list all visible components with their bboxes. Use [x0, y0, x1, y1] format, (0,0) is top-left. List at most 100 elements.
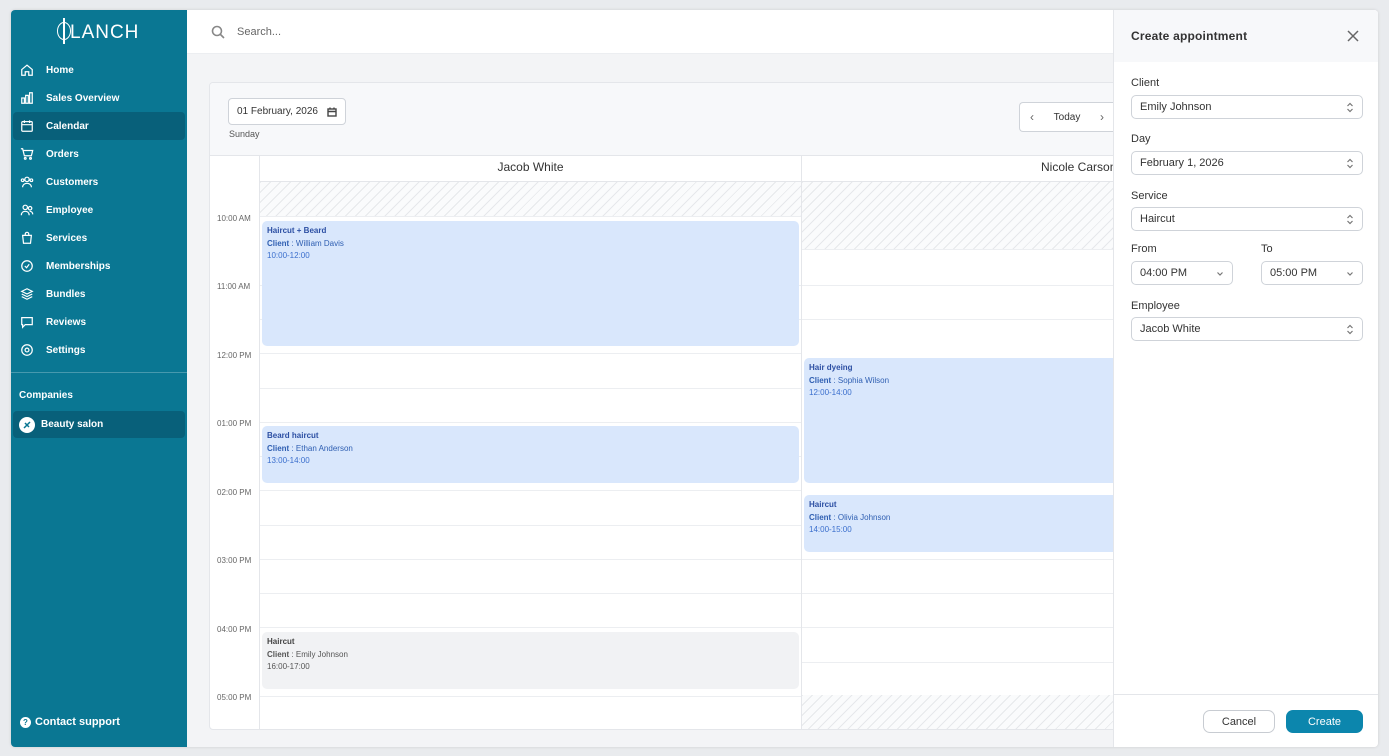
- appointment-title: Haircut: [809, 500, 837, 509]
- half-hour-line: [802, 662, 1128, 663]
- appointment-time: 13:00-14:00: [267, 456, 310, 465]
- appointment-time: 14:00-15:00: [809, 525, 852, 534]
- sidebar-item-memberships[interactable]: Memberships: [13, 252, 185, 280]
- time-label: 10:00 AM: [217, 214, 251, 223]
- employee-select[interactable]: Jacob White: [1131, 317, 1363, 341]
- client-key: Client: [267, 443, 290, 453]
- day-select[interactable]: February 1, 2026: [1131, 151, 1363, 175]
- calendar-icon: [19, 118, 35, 134]
- brand-logo[interactable]: LANCH: [57, 18, 140, 44]
- sidebar-item-settings[interactable]: Settings: [13, 336, 185, 364]
- sidebar-item-services[interactable]: Services: [13, 224, 185, 252]
- date-picker[interactable]: 01 February, 2026: [228, 98, 346, 125]
- appointment-client: Client : Ethan Anderson: [267, 443, 353, 453]
- appointment-title: Haircut: [267, 637, 295, 646]
- sidebar-item-label: Employee: [46, 204, 94, 216]
- contact-support-link[interactable]: ? Contact support: [20, 716, 120, 728]
- hour-line: [802, 627, 1128, 628]
- client-select-value: Emily Johnson: [1140, 101, 1212, 113]
- company-avatar-icon: [19, 416, 35, 433]
- to-time-select[interactable]: 05:00 PM: [1261, 261, 1363, 285]
- sidebar-item-label: Sales Overview: [46, 92, 120, 104]
- from-time-select[interactable]: 04:00 PM: [1131, 261, 1233, 285]
- employee-icon: [19, 202, 35, 218]
- sidebar-item-label: Services: [46, 232, 88, 244]
- employee-column-jacob-white[interactable]: Haircut + Beard Client : William Davis 1…: [260, 182, 801, 729]
- time-label: 11:00 AM: [217, 282, 251, 291]
- chevron-up-down-icon: [1346, 102, 1354, 113]
- chevron-left-icon[interactable]: ‹: [1020, 103, 1044, 131]
- hour-line: [260, 490, 801, 491]
- app-window: LANCH Home Sales Overview Calendar Order…: [11, 10, 1378, 747]
- sidebar-item-bundles[interactable]: Bundles: [13, 280, 185, 308]
- sidebar-item-sales-overview[interactable]: Sales Overview: [13, 84, 185, 112]
- half-hour-line: [802, 319, 1128, 320]
- cancel-button[interactable]: Cancel: [1203, 710, 1275, 733]
- today-button[interactable]: Today: [1044, 112, 1090, 123]
- appointment-client: Client : Emily Johnson: [267, 649, 348, 659]
- sidebar-item-calendar[interactable]: Calendar: [13, 112, 185, 140]
- sidebar-item-home[interactable]: Home: [13, 56, 185, 84]
- half-hour-line: [260, 388, 801, 389]
- appointment-card[interactable]: Haircut Client : Emily Johnson 16:00-17:…: [262, 632, 799, 689]
- panel-title: Create appointment: [1131, 29, 1248, 43]
- client-select[interactable]: Emily Johnson: [1131, 95, 1363, 119]
- contact-support-label: Contact support: [35, 716, 120, 728]
- service-select[interactable]: Haircut: [1131, 207, 1363, 231]
- appointment-time: 16:00-17:00: [267, 662, 310, 671]
- client-name: Olivia Johnson: [837, 512, 891, 522]
- appointment-card[interactable]: Beard haircut Client : Ethan Anderson 13…: [262, 426, 799, 483]
- time-label: 03:00 PM: [217, 556, 252, 565]
- client-key: Client: [267, 649, 290, 659]
- time-label: 12:00 PM: [217, 351, 252, 360]
- unavailable-slot: [260, 182, 801, 217]
- help-icon: ?: [20, 716, 31, 728]
- client-name: Emily Johnson: [295, 649, 348, 659]
- chevron-up-down-icon: [1346, 324, 1354, 335]
- hour-line: [260, 627, 801, 628]
- from-time-value: 04:00 PM: [1140, 267, 1188, 279]
- logo-mark-icon: [57, 18, 71, 44]
- close-icon[interactable]: [1346, 29, 1360, 43]
- appointment-card[interactable]: Hair dyeing Client : Sophia Wilson 12:00…: [804, 358, 1128, 483]
- client-name: Sophia Wilson: [837, 375, 890, 385]
- appointment-client: Client : William Davis: [267, 238, 344, 248]
- sidebar-item-customers[interactable]: Customers: [13, 168, 185, 196]
- sidebar-divider: [11, 372, 187, 373]
- time-label: 05:00 PM: [217, 693, 252, 702]
- time-label: 01:00 PM: [217, 419, 252, 428]
- bag-icon: [19, 230, 35, 246]
- create-button[interactable]: Create: [1286, 710, 1363, 733]
- hour-line: [260, 353, 801, 354]
- company-name: Beauty salon: [41, 419, 104, 430]
- settings-icon: [19, 342, 35, 358]
- client-name: Ethan Anderson: [295, 443, 353, 453]
- employee-label: Employee: [1131, 300, 1180, 312]
- appointment-card[interactable]: Haircut Client : Olivia Johnson 14:00-15…: [804, 495, 1128, 552]
- sidebar-item-label: Customers: [46, 176, 99, 188]
- date-picker-value: 01 February, 2026: [237, 106, 318, 117]
- company-item-beauty-salon[interactable]: Beauty salon: [13, 411, 185, 438]
- client-key: Client: [267, 238, 290, 248]
- panel-footer: Cancel Create: [1114, 694, 1378, 747]
- appointment-card[interactable]: Haircut + Beard Client : William Davis 1…: [262, 221, 799, 346]
- create-appointment-panel: Create appointment Client Emily Johnson …: [1113, 10, 1378, 747]
- sidebar-item-reviews[interactable]: Reviews: [13, 308, 185, 336]
- hour-line: [802, 559, 1128, 560]
- client-key: Client: [809, 512, 832, 522]
- logo-text: LANCH: [70, 22, 140, 43]
- weekday-label: Sunday: [229, 129, 260, 139]
- search-input[interactable]: [237, 22, 637, 42]
- time-label: 04:00 PM: [217, 625, 252, 634]
- layers-icon: [19, 286, 35, 302]
- calendar-toolbar: 01 February, 2026 Sunday ‹ Today ›: [210, 83, 1128, 156]
- hour-line: [260, 559, 801, 560]
- search-icon: [211, 25, 225, 39]
- sidebar-item-label: Bundles: [46, 288, 86, 300]
- appointment-client: Client : Sophia Wilson: [809, 375, 890, 385]
- sidebar-item-employee[interactable]: Employee: [13, 196, 185, 224]
- half-hour-line: [260, 593, 801, 594]
- employee-column-nicole-carson[interactable]: Hair dyeing Client : Sophia Wilson 12:00…: [802, 182, 1128, 729]
- sidebar-item-orders[interactable]: Orders: [13, 140, 185, 168]
- chevron-right-icon[interactable]: ›: [1090, 103, 1114, 131]
